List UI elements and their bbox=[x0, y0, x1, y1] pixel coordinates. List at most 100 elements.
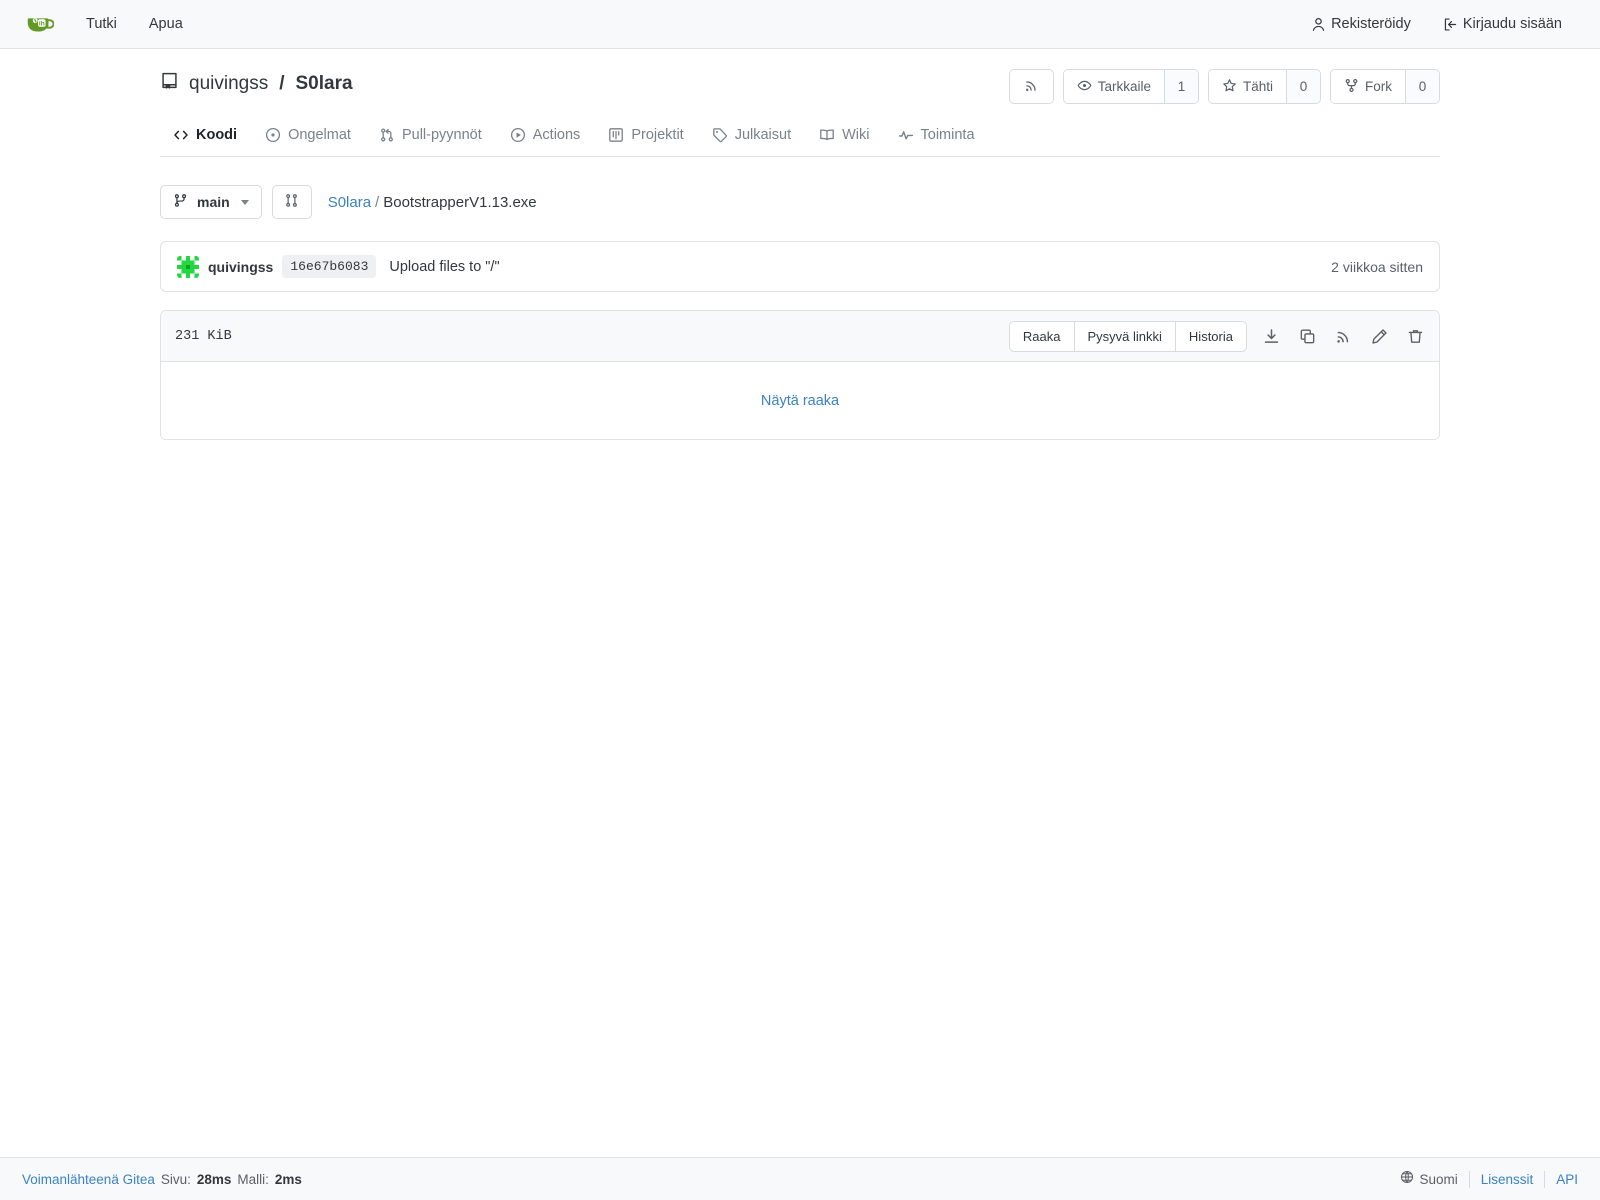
file-view-buttons: Raaka Pysyvä linkki Historia bbox=[1008, 320, 1247, 352]
nav-item-help[interactable]: Apua bbox=[133, 0, 199, 49]
powered-by-gitea-link[interactable]: Voimanlähteenä Gitea bbox=[22, 1172, 155, 1187]
footer-left: Voimanlähteenä Gitea Sivu: 28ms Malli: 2… bbox=[22, 1172, 302, 1187]
commit-info: quivingss 16e67b6083 Upload files to "/" bbox=[177, 255, 500, 278]
sign-in-icon bbox=[1443, 17, 1458, 32]
signin-link[interactable]: Kirjaudu sisään bbox=[1427, 0, 1578, 49]
book-icon bbox=[819, 127, 835, 143]
register-label: Rekisteröidy bbox=[1331, 16, 1411, 32]
navbar-left-group: ih Tutki Apua bbox=[22, 0, 199, 49]
repo-owner-link[interactable]: quivingss bbox=[189, 73, 268, 95]
file-action-group: Raaka Pysyvä linkki Historia bbox=[1008, 320, 1425, 352]
git-pull-request-icon bbox=[379, 127, 395, 143]
tab-activity-label: Toiminta bbox=[920, 127, 975, 143]
fork-button[interactable]: Fork bbox=[1331, 70, 1405, 103]
nav-item-help-label: Apua bbox=[148, 16, 183, 32]
tab-pull-requests-label: Pull-pyynnöt bbox=[401, 127, 482, 143]
fork-button-group: Fork 0 bbox=[1330, 69, 1440, 104]
language-selector[interactable]: Suomi bbox=[1389, 1170, 1470, 1188]
repo-container: quivingss / S0lara Tarkkaile 1 Tähti 0 F… bbox=[160, 49, 1440, 440]
repo-rss-button[interactable] bbox=[1008, 69, 1054, 104]
svg-text:ih: ih bbox=[39, 20, 45, 27]
breadcrumb-separator: / bbox=[375, 193, 380, 211]
tab-releases[interactable]: Julkaisut bbox=[699, 118, 804, 157]
gitea-mug-logo-icon: ih bbox=[24, 8, 55, 41]
commit-timestamp: 2 viikkoa sitten bbox=[1331, 258, 1423, 275]
star-count[interactable]: 0 bbox=[1286, 70, 1320, 103]
tab-wiki[interactable]: Wiki bbox=[806, 118, 882, 157]
view-raw-link[interactable]: Näytä raaka bbox=[761, 393, 839, 409]
register-link[interactable]: Rekisteröidy bbox=[1295, 0, 1427, 49]
commit-message: Upload files to "/" bbox=[389, 258, 500, 275]
api-label: API bbox=[1556, 1171, 1578, 1187]
file-icon-buttons bbox=[1261, 326, 1425, 346]
latest-commit-box: quivingss 16e67b6083 Upload files to "/"… bbox=[160, 241, 1440, 292]
repo-name-link[interactable]: S0lara bbox=[296, 73, 353, 95]
tab-code[interactable]: Koodi bbox=[160, 118, 250, 157]
tab-wiki-label: Wiki bbox=[842, 127, 870, 143]
star-icon bbox=[1222, 78, 1237, 96]
fork-icon bbox=[1344, 78, 1359, 96]
file-size-label: 231 KiB bbox=[175, 328, 232, 344]
repo-header: quivingss / S0lara Tarkkaile 1 Tähti 0 F… bbox=[160, 49, 1440, 104]
tab-code-label: Koodi bbox=[196, 127, 238, 143]
breadcrumb: S0lara / BootstrapperV1.13.exe bbox=[328, 194, 537, 211]
tab-projects-label: Projektit bbox=[631, 127, 684, 143]
signin-label: Kirjaudu sisään bbox=[1462, 16, 1562, 32]
star-button[interactable]: Tähti bbox=[1208, 70, 1286, 103]
trash-icon[interactable] bbox=[1405, 326, 1425, 346]
code-icon bbox=[173, 127, 189, 143]
repo-icon bbox=[160, 71, 179, 96]
api-link[interactable]: API bbox=[1545, 1171, 1578, 1188]
fork-label: Fork bbox=[1365, 79, 1392, 94]
globe-icon bbox=[1400, 1170, 1414, 1188]
star-button-group: Tähti 0 bbox=[1207, 69, 1321, 104]
raw-button[interactable]: Raaka bbox=[1010, 321, 1075, 351]
download-icon[interactable] bbox=[1261, 326, 1281, 346]
footer-page-label: Sivu: bbox=[160, 1171, 191, 1187]
compare-button[interactable] bbox=[271, 185, 312, 219]
branch-name-label: main bbox=[197, 194, 230, 210]
rss-icon bbox=[1024, 78, 1039, 96]
pencil-icon[interactable] bbox=[1369, 326, 1389, 346]
commit-sha[interactable]: 16e67b6083 bbox=[282, 255, 377, 278]
avatar[interactable] bbox=[177, 255, 199, 278]
fork-count[interactable]: 0 bbox=[1405, 70, 1439, 103]
gitea-logo-link[interactable]: ih bbox=[22, 7, 56, 41]
tab-actions[interactable]: Actions bbox=[497, 118, 594, 157]
watch-label: Tarkkaile bbox=[1097, 79, 1151, 94]
git-branch-icon bbox=[173, 193, 188, 211]
footer-right: Suomi Lisenssit API bbox=[1389, 1170, 1578, 1188]
tab-activity[interactable]: Toiminta bbox=[885, 118, 988, 157]
page-footer: Voimanlähteenä Gitea Sivu: 28ms Malli: 2… bbox=[0, 1157, 1600, 1200]
breadcrumb-root-link[interactable]: S0lara bbox=[328, 194, 371, 211]
footer-page-time: 28ms bbox=[196, 1171, 232, 1187]
branch-selector[interactable]: main bbox=[160, 185, 262, 219]
chevron-down-icon bbox=[240, 199, 249, 205]
nav-item-explore-label: Tutki bbox=[86, 16, 117, 32]
footer-template-label: Malli: bbox=[237, 1171, 269, 1187]
history-button[interactable]: Historia bbox=[1176, 322, 1246, 351]
person-icon bbox=[1311, 17, 1326, 32]
breadcrumb-file-name: BootstrapperV1.13.exe bbox=[383, 193, 537, 211]
licenses-link[interactable]: Lisenssit bbox=[1470, 1170, 1546, 1188]
watch-count[interactable]: 1 bbox=[1163, 70, 1198, 103]
tab-projects[interactable]: Projektit bbox=[595, 118, 696, 157]
project-icon bbox=[608, 127, 624, 143]
tab-releases-label: Julkaisut bbox=[734, 127, 792, 143]
play-icon bbox=[510, 127, 526, 143]
commit-author-link[interactable]: quivingss bbox=[208, 259, 273, 275]
copy-icon[interactable] bbox=[1297, 326, 1317, 346]
tab-issues[interactable]: Ongelmat bbox=[252, 118, 364, 157]
watch-button[interactable]: Tarkkaile bbox=[1063, 70, 1164, 103]
tab-pull-requests[interactable]: Pull-pyynnöt bbox=[366, 118, 495, 157]
tag-icon bbox=[712, 127, 728, 143]
repo-title: quivingss / S0lara bbox=[160, 69, 353, 96]
rss-icon[interactable] bbox=[1333, 326, 1353, 346]
tab-actions-label: Actions bbox=[532, 127, 581, 143]
repo-title-separator: / bbox=[279, 72, 285, 94]
nav-item-explore[interactable]: Tutki bbox=[70, 0, 133, 49]
language-label: Suomi bbox=[1419, 1171, 1458, 1187]
file-view-box: 231 KiB Raaka Pysyvä linkki Historia Näy… bbox=[160, 310, 1440, 440]
permalink-button[interactable]: Pysyvä linkki bbox=[1075, 321, 1176, 351]
top-navbar: ih Tutki Apua Rekisteröidy Kirjaudu sisä… bbox=[0, 0, 1600, 49]
